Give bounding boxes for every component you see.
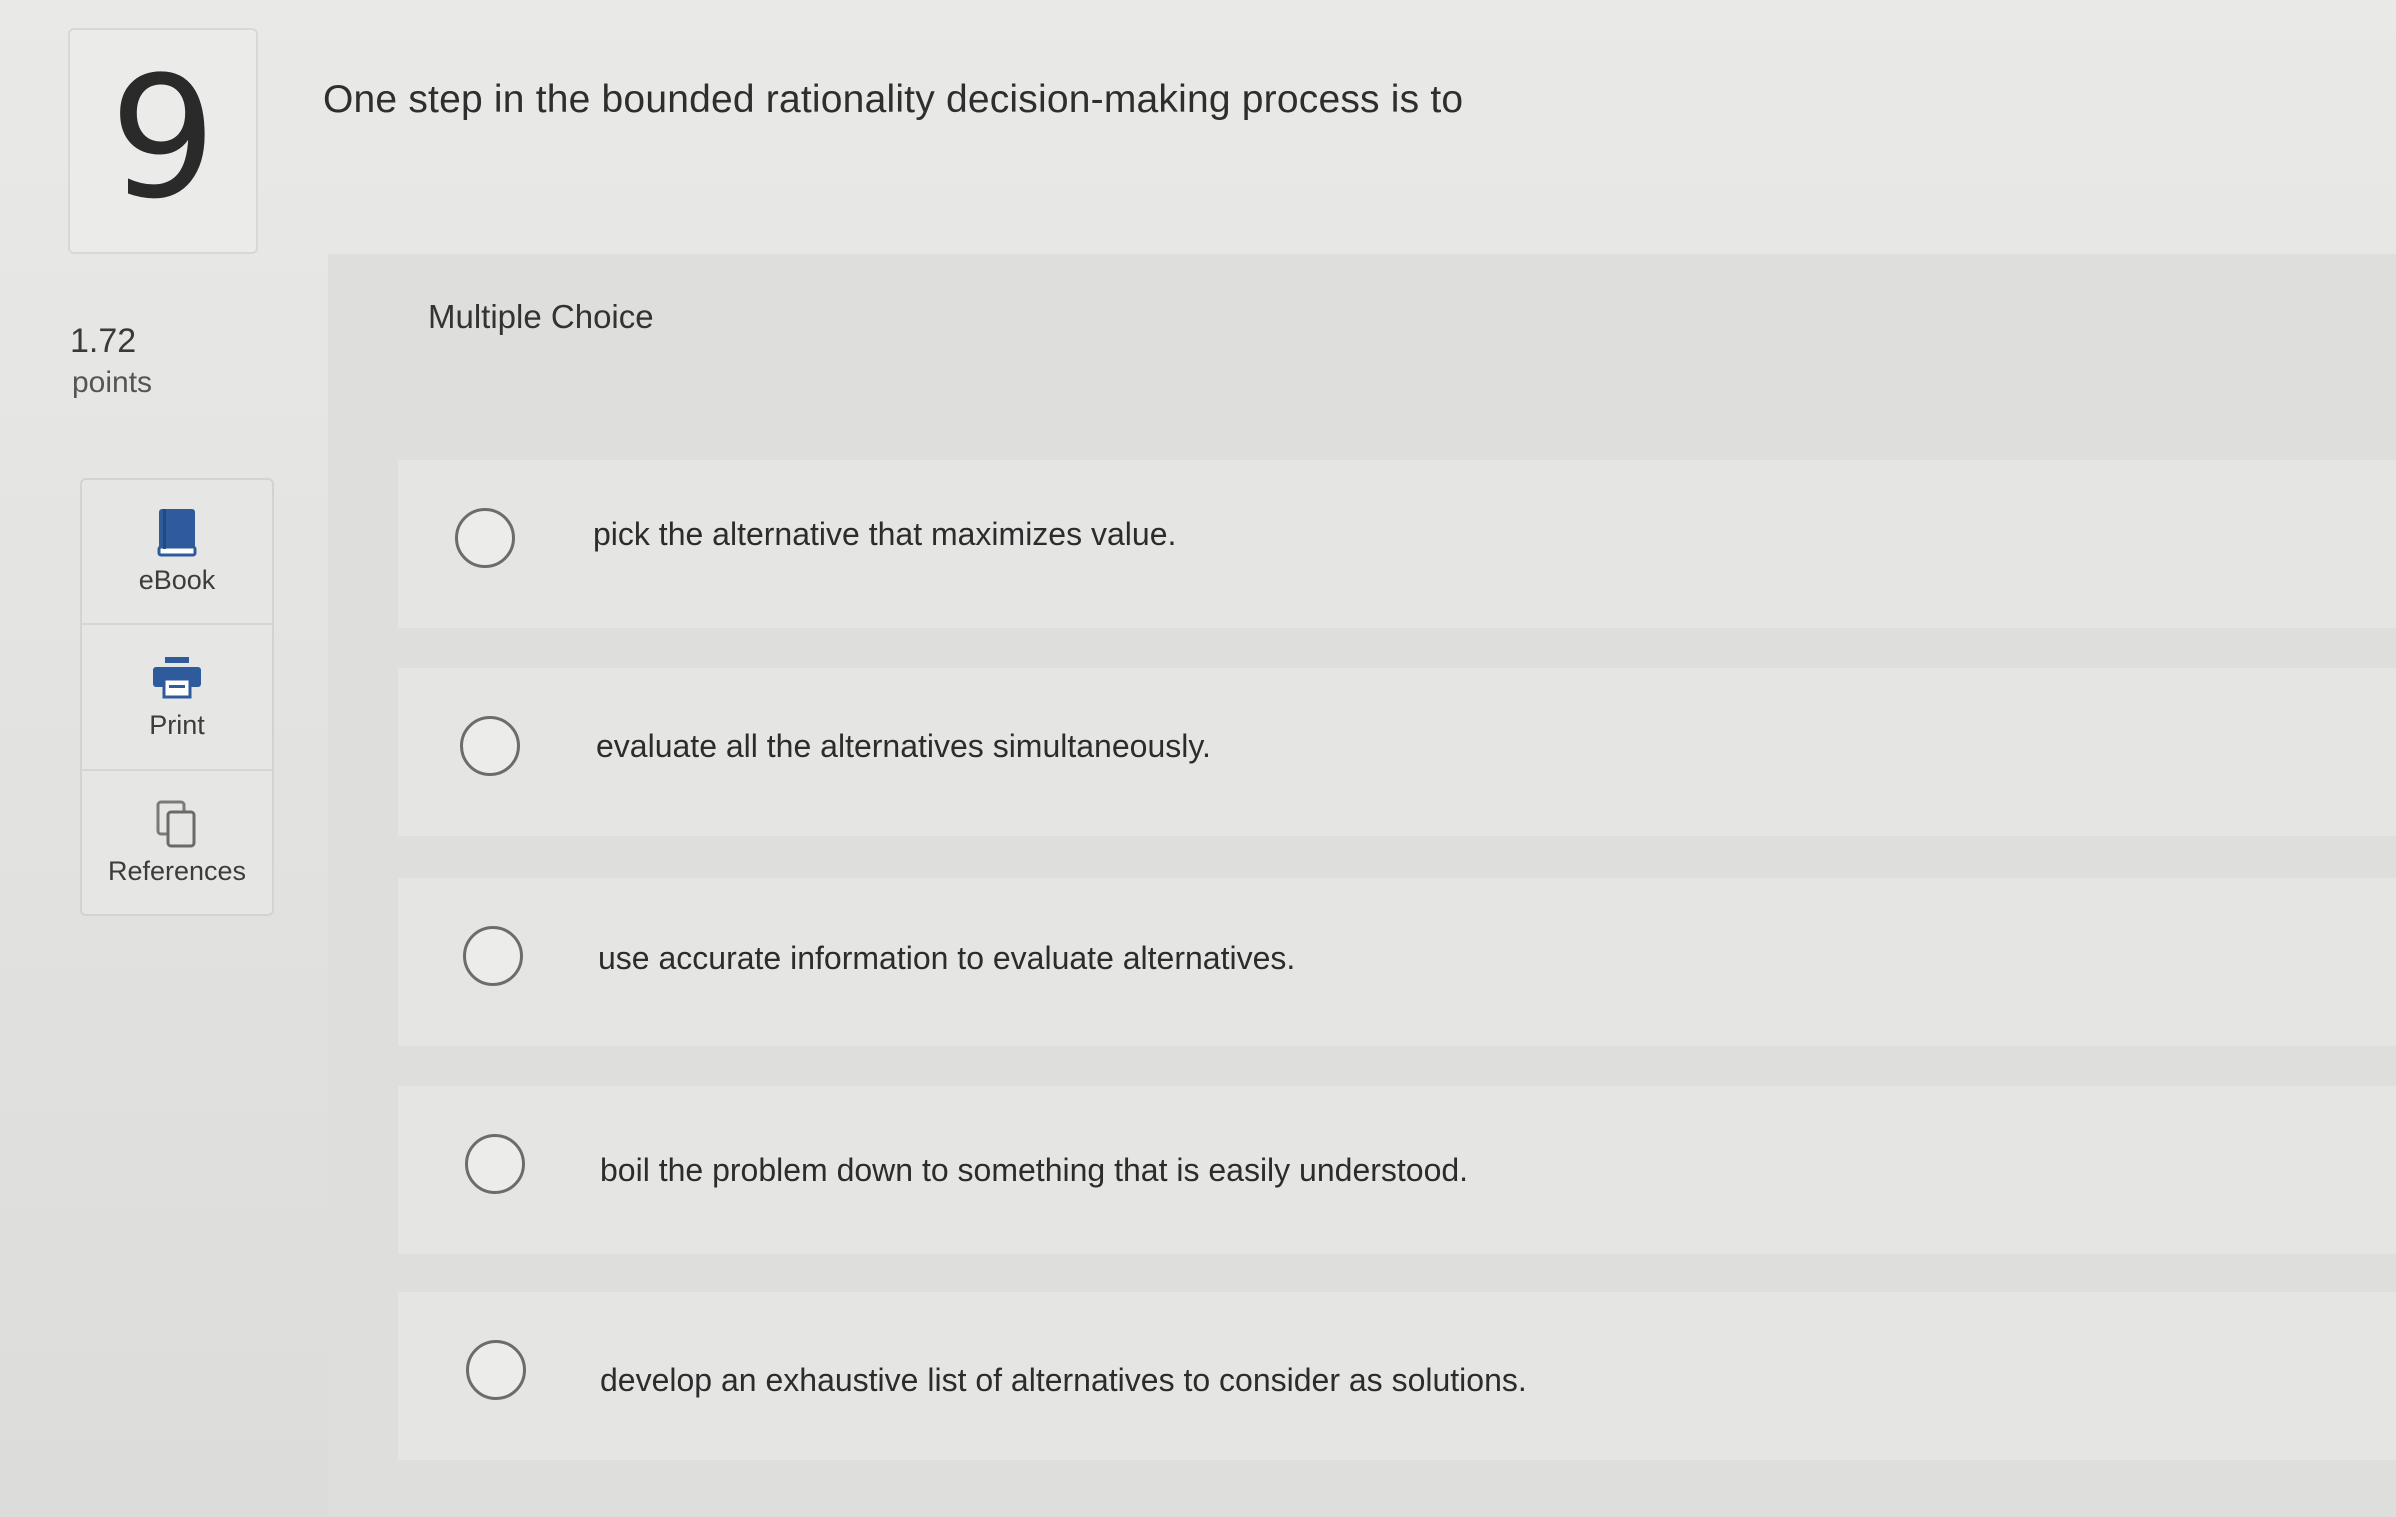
ebook-label: eBook	[138, 565, 216, 596]
answer-option-1[interactable]: pick the alternative that maximizes valu…	[398, 460, 2396, 628]
radio-button[interactable]	[466, 1340, 526, 1400]
book-icon	[155, 507, 199, 559]
answer-option-text: pick the alternative that maximizes valu…	[593, 516, 1177, 552]
references-button[interactable]: References	[82, 771, 272, 914]
answer-option-text: use accurate information to evaluate alt…	[598, 940, 1296, 976]
points-label: points	[72, 366, 153, 399]
answer-option-4[interactable]: boil the problem down to something that …	[398, 1086, 2396, 1254]
answer-option-text: boil the problem down to something that …	[600, 1152, 1469, 1188]
print-button[interactable]: Print	[82, 625, 272, 771]
question-number: 9	[109, 40, 217, 236]
radio-button[interactable]	[455, 508, 515, 568]
question-text: One step in the bounded rationality deci…	[323, 78, 1464, 121]
question-number-box: 9	[68, 28, 258, 254]
copy-icon	[154, 798, 200, 850]
answer-option-text: develop an exhaustive list of alternativ…	[600, 1362, 1527, 1398]
printer-icon	[151, 652, 203, 704]
radio-button[interactable]	[463, 926, 523, 986]
radio-button[interactable]	[465, 1134, 525, 1194]
tools-sidebar: eBook Print References	[80, 478, 274, 916]
answer-option-text: evaluate all the alternatives simultaneo…	[596, 728, 1211, 764]
radio-button[interactable]	[460, 716, 520, 776]
references-label: References	[107, 855, 247, 886]
answer-option-5[interactable]: develop an exhaustive list of alternativ…	[398, 1292, 2396, 1460]
print-label: Print	[149, 710, 205, 741]
question-type-label: Multiple Choice	[428, 298, 654, 335]
points-value: 1.72	[70, 322, 137, 360]
answer-option-3[interactable]: use accurate information to evaluate alt…	[398, 878, 2396, 1046]
question-page: 9 1.72 points eBook Print References One…	[0, 0, 2396, 1517]
answer-option-2[interactable]: evaluate all the alternatives simultaneo…	[398, 668, 2396, 836]
ebook-button[interactable]: eBook	[82, 480, 272, 626]
